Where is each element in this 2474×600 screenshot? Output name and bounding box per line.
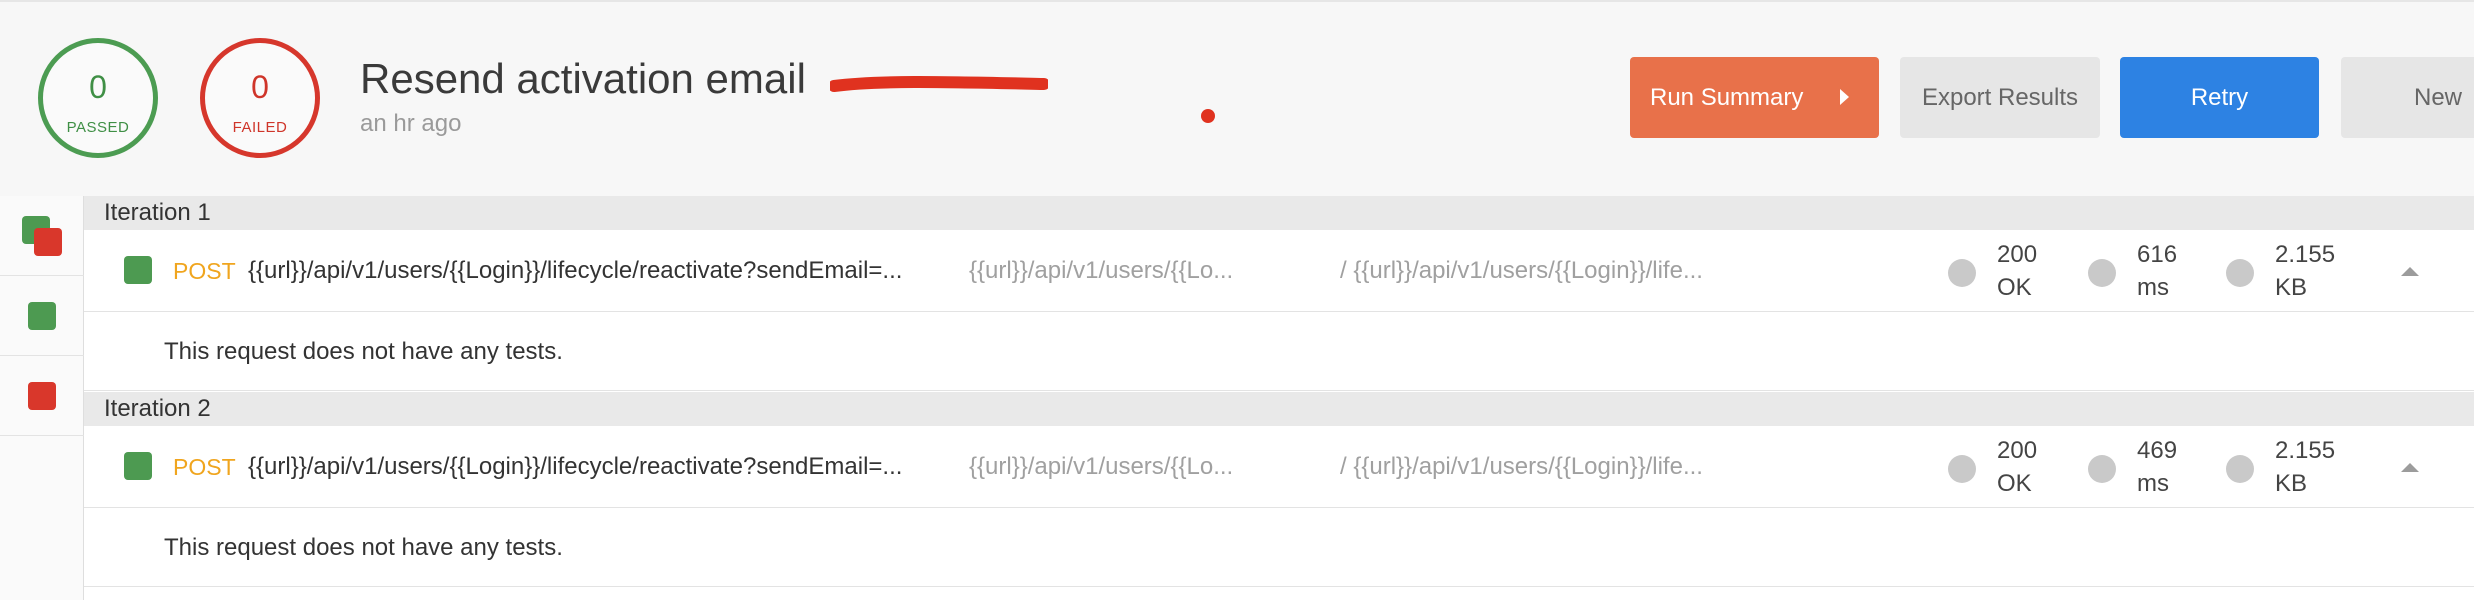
passed-label: PASSED — [66, 119, 130, 136]
failed-count: 0 — [251, 69, 269, 105]
request-passed-square-icon — [124, 256, 152, 284]
time-icon — [2088, 259, 2116, 287]
request-url: {{url}}/api/v1/users/{{Login}}/lifecycle… — [248, 257, 903, 284]
failed-square-icon — [28, 382, 56, 410]
request-name: {{url}}/api/v1/users/{{Lo... — [969, 453, 1234, 480]
run-timestamp: an hr ago — [360, 110, 462, 137]
results-filter-rail — [0, 196, 84, 600]
retry-button[interactable]: Retry — [2120, 57, 2319, 138]
request-row[interactable]: POST {{url}}/api/v1/users/{{Login}}/life… — [84, 230, 2474, 312]
iteration-header: Iteration 2 — [84, 392, 2474, 426]
request-passed-square-icon — [124, 452, 152, 480]
filter-passed[interactable] — [0, 276, 84, 356]
redaction-mark — [830, 76, 1048, 92]
iterations-list: Iteration 1 POST {{url}}/api/v1/users/{{… — [84, 196, 2474, 600]
request-row[interactable]: POST {{url}}/api/v1/users/{{Login}}/life… — [84, 426, 2474, 508]
export-results-button[interactable]: Export Results — [1900, 57, 2100, 138]
size-icon — [2226, 259, 2254, 287]
failed-square-icon — [34, 228, 62, 256]
status-icon — [1948, 455, 1976, 483]
failed-counter: 0 FAILED — [200, 38, 320, 158]
chevron-up-icon[interactable] — [2401, 267, 2419, 276]
collection-title: Resend activation email — [360, 55, 806, 102]
new-button[interactable]: New — [2341, 57, 2474, 138]
run-results-header: 0 PASSED 0 FAILED Resend activation emai… — [0, 0, 2474, 196]
request-path: / {{url}}/api/v1/users/{{Login}}/life... — [1340, 257, 1703, 284]
tests-message: This request does not have any tests. — [84, 312, 2474, 391]
response-time: 616 ms — [2137, 241, 2178, 301]
tests-message: This request does not have any tests. — [84, 508, 2474, 587]
chevron-up-icon[interactable] — [2401, 463, 2419, 472]
iteration-header: Iteration 1 — [84, 196, 2474, 230]
run-summary-button[interactable]: Run Summary — [1630, 57, 1879, 138]
request-path: / {{url}}/api/v1/users/{{Login}}/life... — [1340, 453, 1703, 480]
passed-counter: 0 PASSED — [38, 38, 158, 158]
filter-all[interactable] — [0, 196, 84, 276]
passed-square-icon — [28, 302, 56, 330]
response-size: 2.155 KB — [2275, 437, 2336, 497]
filter-failed[interactable] — [0, 356, 84, 436]
status-code: 200 OK — [1997, 437, 2038, 497]
status-icon — [1948, 259, 1976, 287]
request-method: POST — [173, 454, 236, 480]
response-time: 469 ms — [2137, 437, 2178, 497]
response-size: 2.155 KB — [2275, 241, 2336, 301]
request-method: POST — [173, 258, 236, 284]
request-url: {{url}}/api/v1/users/{{Login}}/lifecycle… — [248, 453, 903, 480]
caret-right-icon — [1840, 89, 1849, 105]
failed-label: FAILED — [232, 119, 288, 136]
request-name: {{url}}/api/v1/users/{{Lo... — [969, 257, 1234, 284]
run-summary-label: Run Summary — [1650, 83, 1804, 111]
size-icon — [2226, 455, 2254, 483]
status-dot — [1201, 109, 1215, 123]
time-icon — [2088, 455, 2116, 483]
passed-count: 0 — [89, 69, 107, 105]
status-code: 200 OK — [1997, 241, 2038, 301]
